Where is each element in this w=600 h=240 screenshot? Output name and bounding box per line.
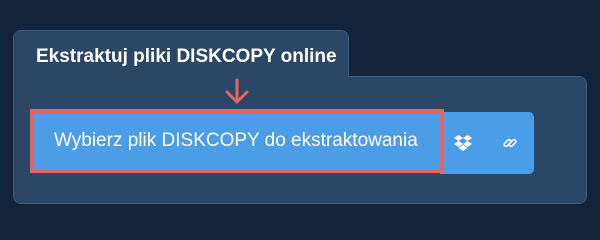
link-icon	[502, 138, 517, 148]
arrow-down-icon	[225, 78, 249, 104]
tab-panel-joint	[14, 74, 348, 78]
choose-file-button[interactable]: Wybierz plik DISKCOPY do ekstraktowania	[30, 109, 444, 173]
dropbox-button[interactable]	[440, 112, 485, 174]
url-link-button[interactable]	[485, 112, 534, 174]
dropbox-icon	[453, 135, 472, 151]
tab-title: Ekstraktuj pliki DISKCOPY online	[36, 46, 337, 67]
choose-file-label: Wybierz plik DISKCOPY do ekstraktowania	[54, 130, 418, 151]
converter-tab: Ekstraktuj pliki DISKCOPY online	[13, 30, 349, 78]
